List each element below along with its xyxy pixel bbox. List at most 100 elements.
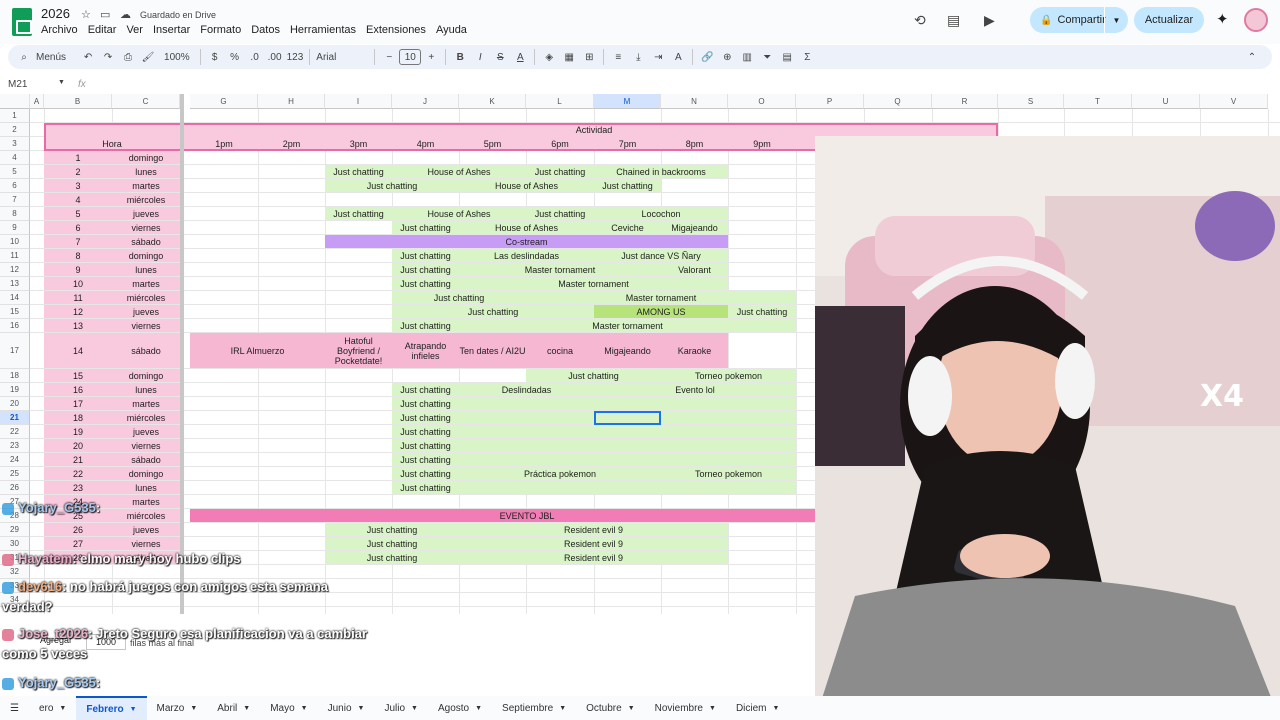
percent-button[interactable]: % bbox=[225, 47, 245, 67]
comments-icon[interactable]: ▤ bbox=[947, 12, 960, 29]
schedule-event[interactable]: Chained in backrooms bbox=[594, 165, 728, 178]
text-rotation-icon[interactable]: A bbox=[668, 47, 688, 67]
selected-cell[interactable] bbox=[594, 411, 661, 425]
tab-abril[interactable]: Abril ▼ bbox=[207, 696, 260, 720]
schedule-event[interactable]: Master tornament bbox=[459, 319, 796, 332]
day-number[interactable]: 14 bbox=[44, 333, 112, 368]
schedule-event[interactable]: Just chatting bbox=[325, 523, 459, 536]
green-fill[interactable] bbox=[459, 397, 796, 410]
schedule-event[interactable]: Co-stream bbox=[325, 235, 728, 248]
time-header[interactable]: 4pm bbox=[392, 137, 459, 150]
day-name[interactable]: lunes bbox=[112, 481, 180, 494]
row-header[interactable]: 3 bbox=[0, 137, 30, 151]
column-header[interactable]: V bbox=[1200, 94, 1268, 109]
day-number[interactable]: 23 bbox=[44, 481, 112, 494]
chevron-down-icon[interactable]: ▼ bbox=[411, 705, 418, 712]
font-size-decrease-icon[interactable]: − bbox=[379, 47, 399, 67]
day-number[interactable]: 22 bbox=[44, 467, 112, 480]
day-number[interactable]: 20 bbox=[44, 439, 112, 452]
insert-link-icon[interactable]: 🔗 bbox=[697, 47, 717, 67]
time-header[interactable]: 8pm bbox=[661, 137, 728, 150]
time-header[interactable]: 6pm bbox=[526, 137, 594, 150]
tab-octubre[interactable]: Octubre ▼ bbox=[576, 696, 645, 720]
row-header[interactable]: 8 bbox=[0, 207, 30, 221]
column-header[interactable]: B bbox=[44, 94, 112, 109]
day-number[interactable]: 1 bbox=[44, 151, 112, 164]
schedule-event[interactable]: Just chatting bbox=[392, 277, 459, 290]
avatar[interactable] bbox=[1244, 8, 1268, 32]
schedule-event[interactable]: Valorant bbox=[661, 263, 728, 276]
day-name[interactable]: viernes bbox=[112, 221, 180, 234]
day-number[interactable]: 4 bbox=[44, 193, 112, 206]
schedule-event[interactable]: Ten dates / AI2U bbox=[459, 333, 526, 368]
schedule-event[interactable]: Just chatting bbox=[526, 207, 594, 220]
row-header[interactable]: 15 bbox=[0, 305, 30, 319]
column-header[interactable]: P bbox=[796, 94, 864, 109]
day-number[interactable]: 9 bbox=[44, 263, 112, 276]
schedule-event[interactable]: Just chatting bbox=[392, 467, 459, 480]
schedule-event[interactable]: Resident evil 9 bbox=[459, 523, 728, 536]
schedule-event[interactable]: Las deslindadas bbox=[459, 249, 594, 262]
filter-icon[interactable]: ⏷ bbox=[757, 47, 777, 67]
time-header[interactable]: 5pm bbox=[459, 137, 526, 150]
row-header[interactable]: 4 bbox=[0, 151, 30, 165]
row-header[interactable]: 24 bbox=[0, 453, 30, 467]
share-dropdown-icon[interactable]: ▼ bbox=[1104, 7, 1128, 33]
menu-herramientas[interactable]: Herramientas bbox=[290, 24, 356, 36]
menu-ver[interactable]: Ver bbox=[126, 24, 143, 36]
day-name[interactable]: viernes bbox=[112, 319, 180, 332]
insert-comment-icon[interactable]: ⊕ bbox=[717, 47, 737, 67]
day-number[interactable]: 21 bbox=[44, 453, 112, 466]
chevron-down-icon[interactable]: ▼ bbox=[130, 706, 137, 713]
row-header[interactable]: 12 bbox=[0, 263, 30, 277]
hora-header[interactable]: Hora bbox=[44, 137, 180, 150]
currency-button[interactable]: $ bbox=[205, 47, 225, 67]
day-name[interactable]: jueves bbox=[112, 425, 180, 438]
day-number[interactable]: 7 bbox=[44, 235, 112, 248]
gemini-icon[interactable]: ✦ bbox=[1216, 10, 1229, 28]
zoom-select[interactable]: 100% bbox=[158, 47, 196, 67]
schedule-event[interactable]: Just chatting bbox=[392, 481, 459, 494]
column-header[interactable]: T bbox=[1064, 94, 1132, 109]
schedule-event[interactable]: Torneo pokemon bbox=[661, 467, 796, 480]
number-format-button[interactable]: 123 bbox=[285, 47, 306, 67]
schedule-event[interactable]: Just chatting bbox=[392, 453, 459, 466]
update-button[interactable]: Actualizar bbox=[1134, 7, 1204, 33]
row-header[interactable]: 18 bbox=[0, 369, 30, 383]
column-header[interactable]: C bbox=[112, 94, 180, 109]
schedule-event[interactable]: Just chatting bbox=[392, 411, 459, 424]
column-header[interactable]: N bbox=[661, 94, 728, 109]
row-header[interactable]: 13 bbox=[0, 277, 30, 291]
day-number[interactable]: 19 bbox=[44, 425, 112, 438]
tab-ero[interactable]: ero ▼ bbox=[29, 696, 76, 720]
chevron-down-icon[interactable]: ▼ bbox=[709, 705, 716, 712]
day-name[interactable]: martes bbox=[112, 397, 180, 410]
schedule-event[interactable]: Just chatting bbox=[728, 305, 796, 318]
history-icon[interactable]: ⟲ bbox=[914, 12, 926, 29]
text-color-icon[interactable]: A bbox=[510, 47, 530, 67]
day-name[interactable]: miércoles bbox=[112, 411, 180, 424]
tab-julio[interactable]: Julio ▼ bbox=[374, 696, 428, 720]
time-header[interactable]: 1pm bbox=[190, 137, 258, 150]
day-name[interactable]: lunes bbox=[112, 383, 180, 396]
schedule-event[interactable]: Resident evil 9 bbox=[459, 537, 728, 550]
time-header[interactable]: 3pm bbox=[325, 137, 392, 150]
insert-chart-icon[interactable]: ▥ bbox=[737, 47, 757, 67]
schedule-event[interactable]: Resident evil 9 bbox=[459, 551, 728, 564]
schedule-event[interactable]: Práctica pokemon bbox=[459, 467, 661, 480]
day-name[interactable]: lunes bbox=[112, 263, 180, 276]
name-box-dropdown-icon[interactable]: ▼ bbox=[58, 79, 65, 86]
day-name[interactable]: miércoles bbox=[112, 193, 180, 206]
day-number[interactable]: 2 bbox=[44, 165, 112, 178]
green-fill[interactable] bbox=[459, 481, 796, 494]
schedule-event[interactable]: Atrapando infieles bbox=[392, 333, 459, 368]
day-name[interactable]: martes bbox=[112, 277, 180, 290]
column-header[interactable]: J bbox=[392, 94, 459, 109]
green-fill[interactable] bbox=[459, 453, 796, 466]
row-header[interactable]: 29 bbox=[0, 523, 30, 537]
collapse-toolbar-icon[interactable]: ⌃ bbox=[1242, 47, 1262, 67]
tab-febrero[interactable]: Febrero ▼ bbox=[76, 696, 147, 720]
column-header[interactable]: G bbox=[190, 94, 258, 109]
tab-junio[interactable]: Junio ▼ bbox=[318, 696, 375, 720]
green-fill[interactable] bbox=[459, 425, 796, 438]
